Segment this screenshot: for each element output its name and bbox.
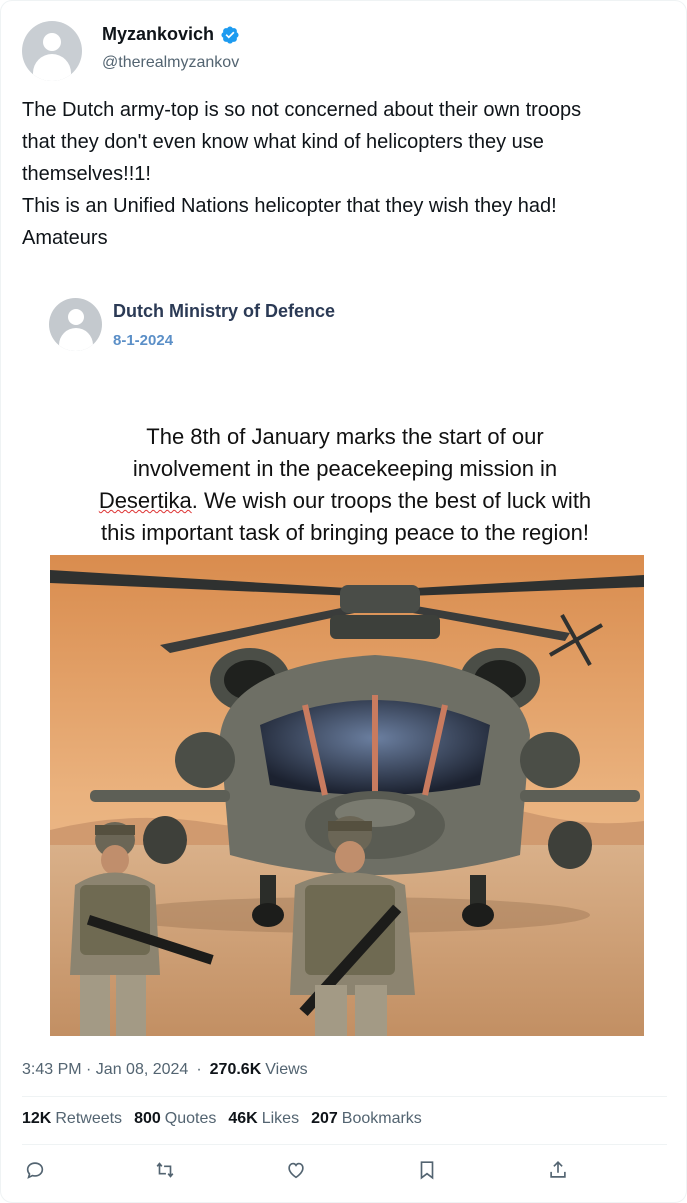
share-button[interactable]	[545, 1157, 571, 1183]
bookmark-button[interactable]	[414, 1157, 440, 1183]
headline-line: this important task of bringing peace to…	[101, 520, 589, 545]
headline-fragment: . We wish our troops the best of luck wi…	[191, 488, 592, 513]
engagement-stats: 12K Retweets 800 Quotes 46K Likes 207 Bookma…	[22, 1110, 422, 1128]
retweets-count: 12K	[22, 1110, 52, 1127]
attached-image[interactable]: Dutch Ministry of Defence 8-1-2024 The 8…	[22, 271, 668, 1046]
author-handle[interactable]: @therealmyzankov	[102, 54, 239, 72]
tweet-line: This is an Unified Nations helicopter th…	[22, 195, 557, 217]
reply-button[interactable]	[22, 1157, 48, 1183]
retweet-icon	[156, 1162, 174, 1178]
helicopter-photo	[50, 555, 644, 1036]
share-icon	[550, 1161, 566, 1178]
reply-icon	[26, 1162, 44, 1179]
like-button[interactable]	[283, 1157, 309, 1183]
bookmark-icon	[420, 1161, 434, 1180]
headline-line: involvement in the peacekeeping mission …	[132, 456, 558, 481]
quotes-label: Quotes	[164, 1110, 217, 1127]
retweets-label: Retweets	[55, 1110, 123, 1127]
likes-label: Likes	[261, 1110, 300, 1127]
views-count: 270.6K	[209, 1061, 262, 1078]
views-label: Views	[265, 1061, 308, 1078]
embedded-avatar	[49, 298, 102, 351]
divider	[22, 1096, 667, 1097]
action-bar	[22, 1157, 582, 1185]
misspelled-word: Desertika	[98, 488, 192, 513]
divider	[22, 1144, 667, 1145]
tweet-meta: 3:43 PM · Jan 08, 2024 · 270.6K Views	[22, 1061, 308, 1079]
avatar[interactable]	[22, 21, 82, 81]
tweet-line: Amateurs	[22, 227, 108, 249]
meta-separator: ·	[196, 1061, 202, 1078]
like-icon	[288, 1162, 304, 1179]
retweet-button[interactable]	[152, 1157, 178, 1183]
quotes-count: 800	[134, 1110, 161, 1127]
embedded-avatar-body	[59, 328, 93, 351]
quotes-stat[interactable]: 800 Quotes	[134, 1110, 216, 1128]
tweet-line: The Dutch army-top is so not concerned a…	[22, 99, 582, 121]
bookmarks-count: 207	[311, 1110, 338, 1127]
bookmarks-stat[interactable]: 207 Bookmarks	[311, 1110, 422, 1128]
author-display-name[interactable]: Myzankovich	[102, 24, 214, 45]
headline-line: The 8th of January marks the start of ou…	[146, 424, 544, 449]
embedded-author-name: Dutch Ministry of Defence	[113, 301, 336, 321]
author-name-row: Myzankovich	[102, 24, 240, 45]
avatar-head	[43, 33, 61, 51]
retweets-stat[interactable]: 12K Retweets	[22, 1110, 122, 1128]
tweet-timestamp[interactable]: 3:43 PM · Jan 08, 2024	[22, 1061, 188, 1079]
headline-line: Desertika. We wish our troops the best o…	[22, 485, 668, 517]
embedded-headline: The 8th of January marks the start of ou…	[22, 421, 668, 549]
likes-count: 46K	[228, 1110, 258, 1127]
tweet-line: themselves!!1!	[22, 163, 151, 185]
embedded-date: 8-1-2024	[113, 332, 174, 349]
verified-badge-icon	[221, 25, 239, 44]
tweet-line: that they don't even know what kind of h…	[22, 131, 544, 153]
tweet-text: The Dutch army-top is so not concerned a…	[22, 94, 662, 254]
bookmarks-label: Bookmarks	[341, 1110, 422, 1127]
tweet-card: Myzankovich @therealmyzankov The Dutch a…	[0, 0, 687, 1203]
avatar-body	[33, 54, 71, 81]
embedded-avatar-head	[68, 309, 84, 325]
likes-stat[interactable]: 46K Likes	[228, 1110, 299, 1128]
